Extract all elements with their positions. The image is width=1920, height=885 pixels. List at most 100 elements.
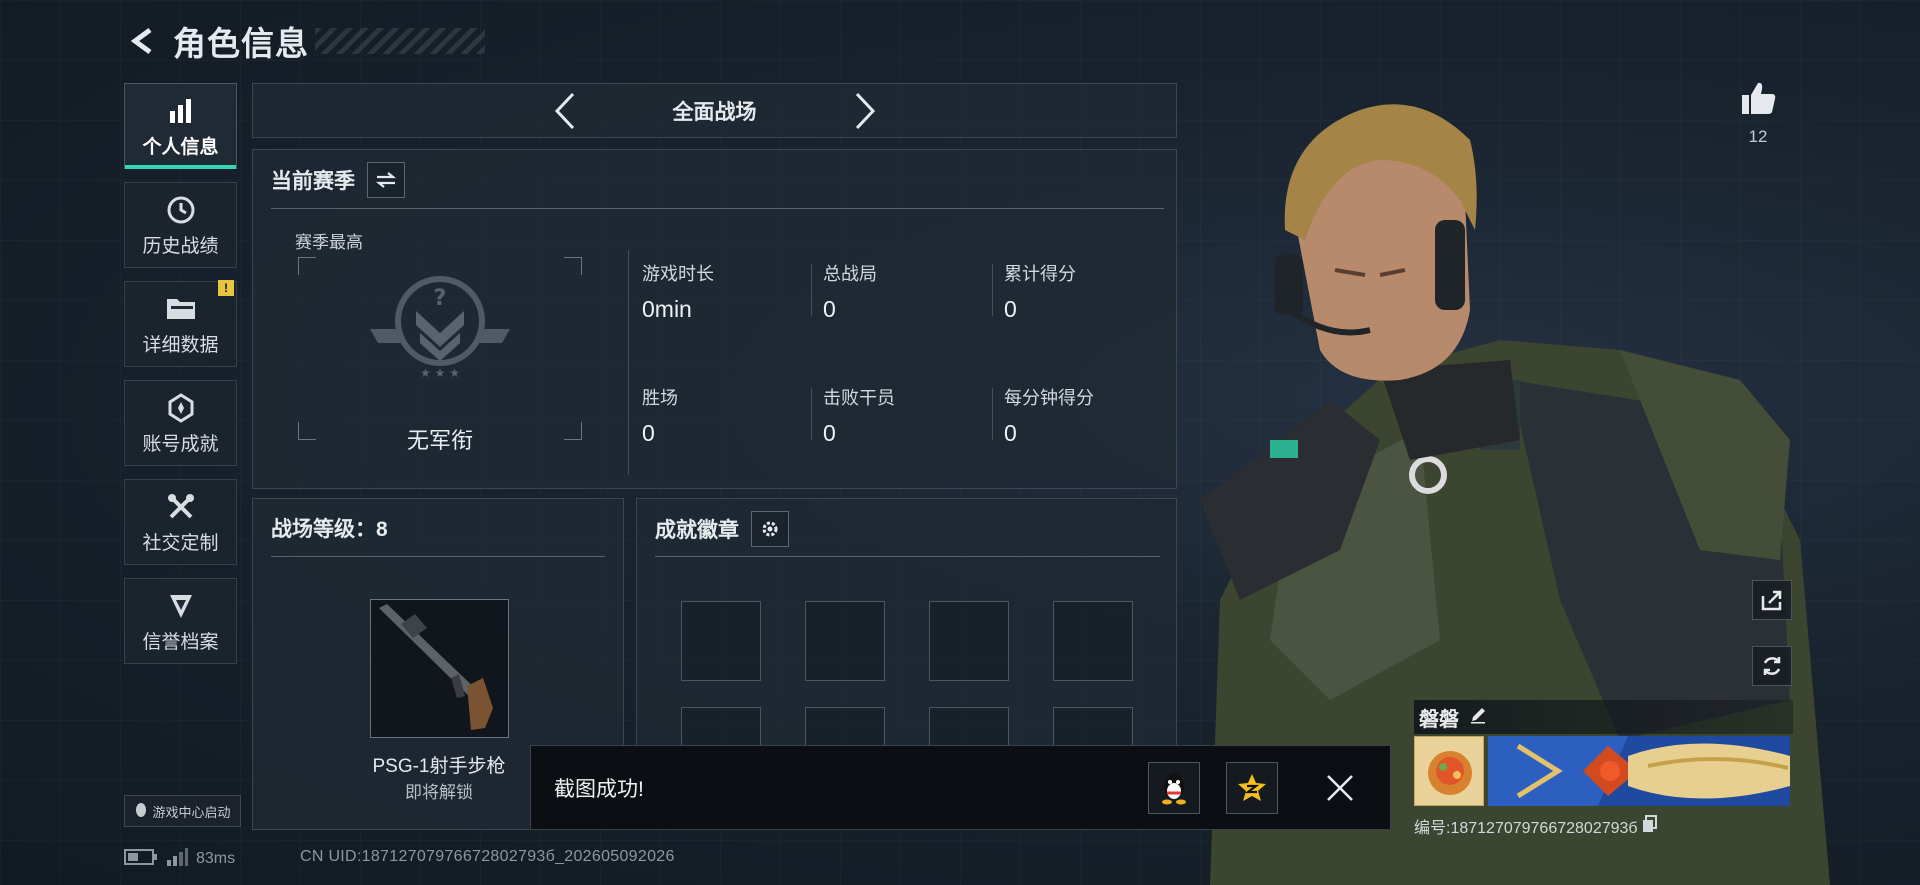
divider [811, 388, 812, 440]
avatar[interactable] [1414, 736, 1484, 806]
qzone-star-icon [1238, 773, 1266, 801]
folder-icon [165, 292, 197, 326]
stat-label: 游戏时长 [642, 264, 714, 284]
back-arrow-icon[interactable] [125, 23, 161, 59]
like-control[interactable]: 12 [1736, 80, 1780, 147]
rank-emblem-box: ? ★ ★ ★ 无军衔 [298, 257, 582, 453]
edit-icon[interactable] [1469, 706, 1487, 729]
uid-text: CN UID:18712707976672802793б_20260509202… [300, 848, 675, 865]
toast-message: 截图成功! [554, 777, 644, 801]
share-qq-button[interactable] [1148, 761, 1200, 814]
like-count: 12 [1748, 127, 1768, 146]
share-qzone-button[interactable] [1226, 761, 1278, 814]
corner-mark [298, 257, 316, 275]
swap-icon [375, 172, 397, 188]
divider [992, 388, 993, 440]
title-decoration [315, 28, 485, 54]
page-title: 角色信息 [173, 25, 309, 62]
level-header: 战场等级：8 [271, 513, 388, 543]
rank-emblem-icon: ? ★ ★ ★ [370, 276, 510, 380]
status-bar: 83ms [124, 845, 235, 873]
alert-badge: ! [218, 280, 234, 296]
profile-name-row: 磐磐 [1414, 700, 1793, 734]
credit-icon [166, 589, 196, 623]
stat-wins: 胜场 0 [642, 384, 802, 447]
badge-slot[interactable] [929, 601, 1009, 681]
badge-slot[interactable] [681, 601, 761, 681]
profile-card: 磐磐 编号:18712707976672802793б [1414, 700, 1793, 838]
share-button[interactable] [1752, 580, 1792, 620]
rifle-icon [379, 604, 493, 730]
stat-value: 0min [642, 296, 692, 322]
stat-label: 每分钟得分 [1004, 388, 1094, 408]
switch-season-button[interactable] [367, 162, 405, 198]
season-title: 当前赛季 [271, 170, 355, 193]
chevron-left-icon[interactable] [545, 91, 585, 131]
divider [811, 264, 812, 316]
nav-item-social-custom[interactable]: 社交定制 [124, 479, 237, 565]
stat-kills: 击败干员 0 [811, 384, 983, 447]
stat-total-matches: 总战局 0 [811, 260, 983, 323]
nav-item-detailed-data[interactable]: ! 详细数据 [124, 280, 237, 367]
profile-banner[interactable] [1488, 736, 1790, 806]
season-best-label: 赛季最高 [295, 233, 363, 252]
stat-label: 累计得分 [1004, 264, 1076, 284]
nav-item-credit-profile[interactable]: 信誉档案 [124, 578, 237, 664]
signal-icon [166, 847, 188, 872]
mode-selector: 全面战场 [252, 83, 1177, 138]
close-toast-button[interactable] [1314, 762, 1366, 814]
nav-label: 账号成就 [142, 433, 219, 455]
nav-label: 社交定制 [142, 532, 219, 554]
copy-icon[interactable] [1642, 814, 1658, 838]
stat-value: 0 [823, 420, 836, 446]
stat-score-per-minute: 每分钟得分 0 [992, 384, 1164, 447]
rotate-button[interactable] [1752, 646, 1792, 686]
nav-label: 详细数据 [142, 334, 219, 356]
stat-label: 总战局 [823, 264, 877, 284]
gear-icon [762, 521, 778, 537]
season-panel: 当前赛季 赛季最高 ? ★ ★ ★ 无军衔 游戏时长 0min 总战局 0 累计… [252, 149, 1177, 489]
divider [271, 208, 1164, 209]
profile-id: 编号:18712707976672802793б [1414, 820, 1638, 837]
nav-label: 信誉档案 [142, 631, 219, 653]
profile-id-row: 编号:18712707976672802793б [1414, 814, 1793, 838]
close-icon [1327, 774, 1353, 801]
weapon-image[interactable] [370, 599, 509, 738]
chevron-right-icon[interactable] [845, 91, 885, 131]
badge-slot[interactable] [805, 601, 885, 681]
rank-name: 无军衔 [406, 428, 473, 453]
history-icon [166, 193, 196, 227]
svg-text:?: ? [434, 286, 447, 311]
stat-value: 0 [642, 420, 655, 446]
badge-settings-button[interactable] [751, 511, 789, 547]
mode-title: 全面战场 [672, 100, 757, 124]
nav-item-history[interactable]: 历史战绩 [124, 182, 237, 268]
badge-header: 成就徽章 [655, 511, 789, 547]
bar-chart-icon [167, 94, 195, 128]
stat-value: 0 [1004, 420, 1017, 446]
game-center-launch-button[interactable]: 游戏中心启动 [124, 795, 241, 827]
ping-value: 83ms [196, 850, 236, 867]
level-title: 战场等级：8 [271, 518, 388, 541]
divider [655, 556, 1160, 557]
share-icon [1761, 590, 1782, 611]
achievement-icon [166, 391, 196, 425]
stat-value: 0 [823, 296, 836, 322]
corner-mark [564, 257, 582, 275]
game-center-label: 游戏中心启动 [152, 804, 231, 820]
stat-play-time: 游戏时长 0min [642, 260, 802, 323]
season-header: 当前赛季 [271, 162, 405, 198]
nav-item-personal-info[interactable]: 个人信息 [124, 83, 237, 169]
sidebar-nav: 个人信息 历史战绩 ! 详细数据 账号成就 社交定制 信誉档案 [124, 83, 238, 677]
profile-name: 磐磐 [1419, 708, 1459, 731]
divider [628, 250, 629, 475]
profile-images [1414, 736, 1793, 806]
refresh-icon [1763, 657, 1781, 675]
stat-value: 0 [1004, 296, 1017, 322]
badge-title: 成就徽章 [655, 519, 739, 542]
svg-text:★ ★ ★: ★ ★ ★ [420, 366, 460, 380]
badge-slot[interactable] [1053, 601, 1133, 681]
divider [271, 556, 605, 557]
penguin-icon [134, 802, 148, 821]
nav-item-achievements[interactable]: 账号成就 [124, 380, 237, 466]
